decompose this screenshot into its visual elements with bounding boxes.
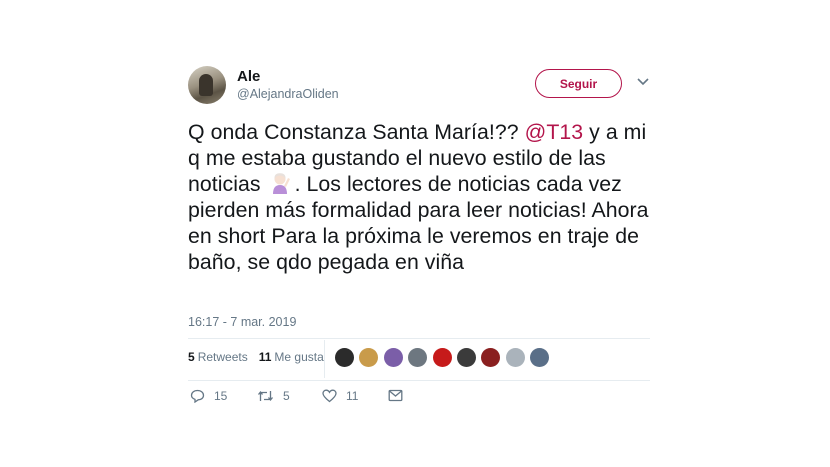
envelope-icon [388, 389, 403, 402]
like-button[interactable]: 11 [322, 389, 358, 403]
liker-avatar-6[interactable] [456, 348, 476, 367]
reply-icon [190, 389, 205, 403]
divider [188, 338, 650, 339]
heart-icon [322, 389, 337, 403]
liker-avatar-1[interactable] [335, 348, 354, 367]
follow-button[interactable]: Seguir [535, 69, 622, 98]
liker-avatar-2[interactable] [359, 348, 379, 367]
retweet-icon [257, 390, 274, 402]
user-name[interactable]: Ale [237, 68, 260, 85]
tweet-text: Q onda Constanza Santa María!?? @T13 y a… [188, 119, 658, 275]
retweets-stat[interactable]: 5 Retweets [188, 350, 248, 364]
retweet-button[interactable]: 5 [257, 389, 290, 403]
liker-avatar-5[interactable] [432, 348, 452, 367]
likes-stat[interactable]: 11 Me gusta [259, 350, 324, 364]
reply-count: 15 [214, 389, 228, 403]
likes-label: Me gusta [274, 350, 324, 364]
liker-avatar-7[interactable] [481, 348, 501, 367]
tweet-timestamp[interactable]: 16:17 - 7 mar. 2019 [188, 315, 296, 329]
tweet-text-part-1: Q onda Constanza Santa María!?? [188, 120, 525, 144]
mention-link[interactable]: @T13 [525, 120, 584, 144]
avatar[interactable] [188, 66, 226, 104]
retweets-count: 5 [188, 350, 195, 364]
chevron-down-icon[interactable] [636, 77, 650, 87]
liker-avatar-9[interactable] [530, 348, 550, 367]
retweet-count: 5 [283, 389, 290, 403]
tweet-stats: 5 Retweets 11 Me gusta [188, 350, 335, 364]
retweets-label: Retweets [197, 350, 248, 364]
divider-vertical [324, 340, 325, 378]
woman-raising-hand-icon [272, 173, 290, 194]
direct-message-button[interactable] [388, 389, 412, 402]
liker-avatar-4[interactable] [408, 348, 428, 367]
like-count: 11 [346, 389, 359, 403]
likers-avatars [335, 348, 555, 367]
divider [188, 380, 650, 381]
liker-avatar-3[interactable] [383, 348, 403, 367]
reply-button[interactable]: 15 [190, 389, 227, 403]
likes-count: 11 [258, 350, 272, 364]
user-handle[interactable]: @AlejandraOliden [237, 87, 339, 101]
liker-avatar-8[interactable] [505, 348, 525, 367]
